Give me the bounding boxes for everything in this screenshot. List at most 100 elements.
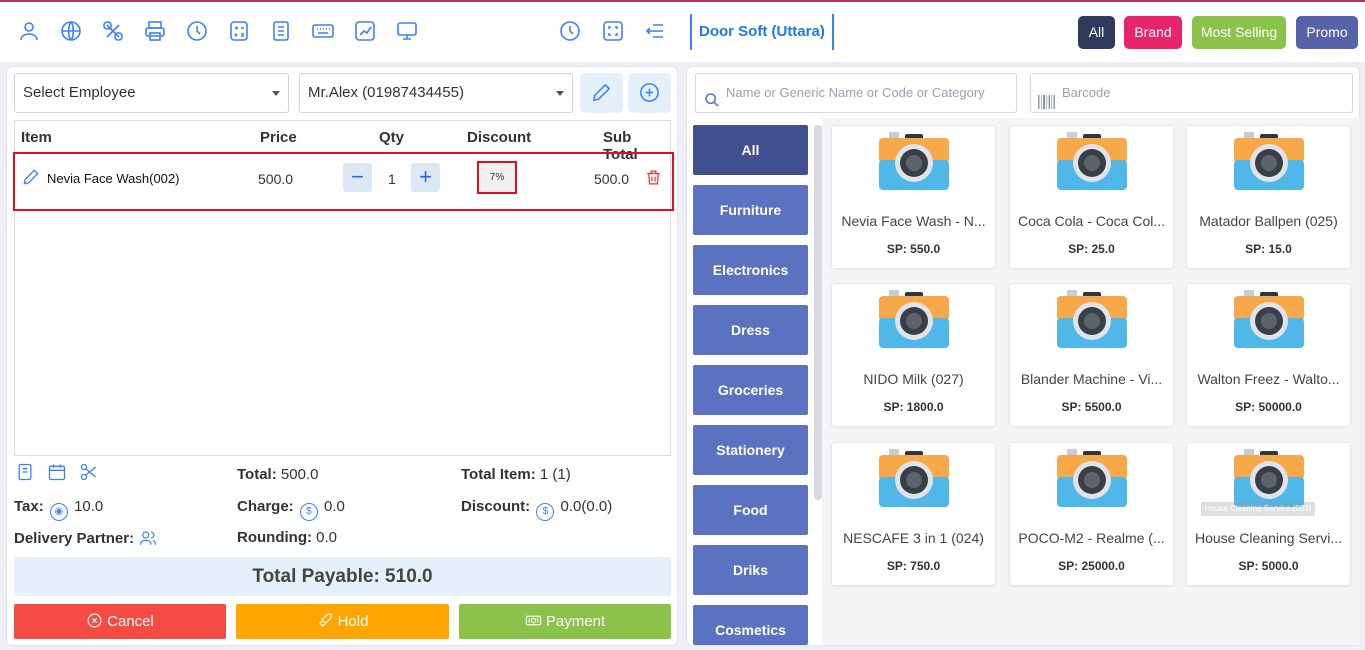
column-price: Price xyxy=(260,129,297,146)
printer-icon[interactable] xyxy=(143,19,167,43)
cart-item-subtotal: 500.0 xyxy=(594,171,630,187)
summary-tax: Tax: ◉ 10.0 xyxy=(14,498,103,521)
monitor-icon[interactable] xyxy=(395,19,419,43)
summary-charge: Charge: $ 0.0 xyxy=(237,498,345,521)
product-price: SP: 750.0 xyxy=(886,559,941,573)
calculator-icon[interactable] xyxy=(227,19,251,43)
filter-promo-button[interactable]: Promo xyxy=(1296,16,1358,49)
rocket-icon xyxy=(317,607,334,627)
category-cosmetics[interactable]: Cosmetics xyxy=(693,605,808,645)
summary-delivery-partner: Delivery Partner: xyxy=(14,529,158,547)
employee-select-value: Select Employee xyxy=(23,84,136,101)
qty-value[interactable]: 1 xyxy=(388,171,396,187)
category-furniture[interactable]: Furniture xyxy=(693,185,808,235)
calendar-icon[interactable] xyxy=(47,462,67,482)
barcode-input[interactable]: Barcode xyxy=(1030,73,1353,113)
hold-button[interactable]: Hold xyxy=(236,604,449,639)
product-card[interactable]: Nevia Face Wash - N... SP: 550.0 xyxy=(831,125,996,269)
camera-icon xyxy=(1234,449,1304,507)
close-circle-icon xyxy=(86,607,103,628)
top-bar: Door Soft (Uttara) All Brand Most Sellin… xyxy=(0,0,1365,62)
product-name: NIDO Milk (027) xyxy=(863,371,964,387)
filter-all-button[interactable]: All xyxy=(1078,16,1115,49)
camera-icon xyxy=(1057,290,1127,348)
product-price: SP: 1800.0 xyxy=(883,400,944,414)
clock-icon[interactable] xyxy=(558,19,582,43)
product-name: NESCAFE 3 in 1 (024) xyxy=(843,530,984,546)
scissors-icon[interactable] xyxy=(79,462,99,482)
category-dress[interactable]: Dress xyxy=(693,305,808,355)
product-card[interactable]: Coca Cola - Coca Col... SP: 25.0 xyxy=(1009,125,1174,269)
qty-decrease-button[interactable]: − xyxy=(343,163,372,192)
filter-most-selling-button[interactable]: Most Selling xyxy=(1192,16,1286,49)
register-icon[interactable] xyxy=(269,19,293,43)
plus-circle-icon xyxy=(640,83,659,102)
fullscreen-icon[interactable] xyxy=(601,19,625,43)
category-all[interactable]: All xyxy=(693,125,808,175)
camera-icon xyxy=(879,132,949,190)
employee-select[interactable]: Select Employee xyxy=(14,73,289,113)
cash-icon xyxy=(525,607,542,626)
history-icon[interactable] xyxy=(185,19,209,43)
product-name: Blander Machine - Vi... xyxy=(1020,371,1163,387)
camera-icon xyxy=(1057,449,1127,507)
category-groceries[interactable]: Groceries xyxy=(693,365,808,415)
category-electronics[interactable]: Electronics xyxy=(693,245,808,295)
camera-icon xyxy=(1234,132,1304,190)
add-customer-button[interactable] xyxy=(628,73,671,113)
cart-item-name: Nevia Face Wash(002) xyxy=(47,171,180,186)
qty-increase-button[interactable]: + xyxy=(411,163,440,192)
summary-total-item: Total Item: 1 (1) xyxy=(461,466,571,483)
category-driks[interactable]: Driks xyxy=(693,545,808,595)
column-discount: Discount xyxy=(467,129,532,146)
cancel-button[interactable]: Cancel xyxy=(14,604,226,639)
product-card[interactable]: NIDO Milk (027) SP: 1800.0 xyxy=(831,283,996,427)
dollar-icon[interactable]: $ xyxy=(536,503,555,521)
camera-icon xyxy=(879,290,949,348)
search-placeholder: Name or Generic Name or Code or Category xyxy=(726,85,985,100)
users-icon[interactable] xyxy=(138,529,158,547)
summary-total: Total: 500.0 xyxy=(237,466,319,483)
chart-icon[interactable] xyxy=(353,19,377,43)
camera-icon xyxy=(1234,290,1304,348)
filter-brand-button[interactable]: Brand xyxy=(1124,16,1182,49)
customer-select[interactable]: Mr.Alex (01987434455) xyxy=(299,73,573,113)
product-price: SP: 5000.0 xyxy=(1238,559,1299,573)
column-item: Item xyxy=(21,129,52,146)
payment-button[interactable]: Payment xyxy=(459,604,671,639)
column-qty: Qty xyxy=(379,129,405,146)
product-card[interactable]: Walton Freez - Walto... SP: 50000.0 xyxy=(1186,283,1351,427)
edit-item-icon[interactable] xyxy=(21,167,41,187)
product-card[interactable]: House Cleaning Service (003) House Clean… xyxy=(1186,442,1351,586)
trash-icon[interactable] xyxy=(644,168,663,190)
barcode-icon xyxy=(1038,86,1055,109)
pos-icon[interactable] xyxy=(101,19,125,43)
category-scrollbar[interactable] xyxy=(814,125,822,500)
product-search-input[interactable]: Name or Generic Name or Code or Category xyxy=(695,73,1017,113)
product-card[interactable]: NESCAFE 3 in 1 (024) SP: 750.0 xyxy=(831,442,996,586)
product-card[interactable]: Blander Machine - Vi... SP: 5500.0 xyxy=(1009,283,1174,427)
dollar-icon[interactable]: $ xyxy=(299,503,318,521)
cart-item-price: 500.0 xyxy=(258,171,294,187)
globe-icon[interactable] xyxy=(59,19,83,43)
notes-icon[interactable] xyxy=(15,462,35,482)
product-name: Nevia Face Wash - N... xyxy=(841,213,986,229)
eye-icon[interactable]: ◉ xyxy=(49,503,68,521)
total-payable: Total Payable: 510.0 xyxy=(14,557,671,596)
store-name: Door Soft (Uttara) xyxy=(690,14,834,50)
customer-select-value: Mr.Alex (01987434455) xyxy=(308,84,464,101)
category-food[interactable]: Food xyxy=(693,485,808,535)
product-price: SP: 5500.0 xyxy=(1061,400,1122,414)
discount-input[interactable]: 7% xyxy=(477,161,517,194)
camera-icon xyxy=(879,449,949,507)
product-card[interactable]: Matador Ballpen (025) SP: 15.0 xyxy=(1186,125,1351,269)
edit-customer-button[interactable] xyxy=(580,73,623,113)
keyboard-icon[interactable] xyxy=(311,19,335,43)
product-name: Coca Cola - Coca Col... xyxy=(1017,213,1166,229)
menu-collapse-icon[interactable] xyxy=(643,19,667,43)
product-name: POCO-M2 - Realme (... xyxy=(1018,530,1165,546)
product-price: SP: 50000.0 xyxy=(1235,400,1302,414)
category-stationery[interactable]: Stationery xyxy=(693,425,808,475)
user-icon[interactable] xyxy=(17,19,41,43)
product-card[interactable]: POCO-M2 - Realme (... SP: 25000.0 xyxy=(1009,442,1174,586)
